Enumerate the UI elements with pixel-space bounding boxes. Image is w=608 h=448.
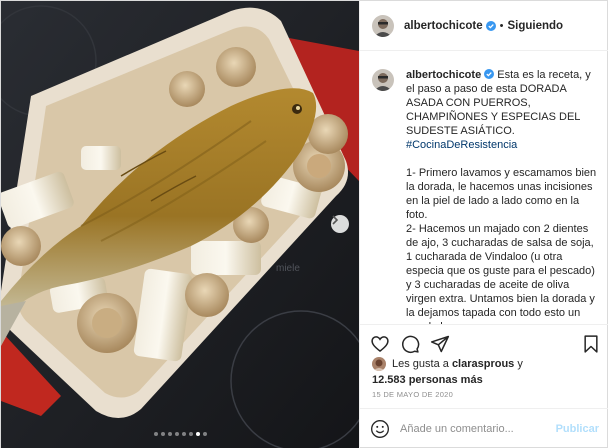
- share-icon[interactable]: [430, 334, 450, 354]
- hashtag-link[interactable]: #CocinaDeResistencia: [406, 139, 517, 151]
- username-link[interactable]: albertochicote: [404, 20, 483, 32]
- comment-form: Publicar: [360, 408, 608, 448]
- comment-icon[interactable]: [400, 334, 420, 354]
- caption-comment: albertochicote Esta es la receta, y el p…: [372, 68, 599, 324]
- carousel-dot: [188, 432, 193, 436]
- post-header: albertochicote • Siguiendo: [360, 1, 608, 51]
- verified-badge-icon: [484, 69, 495, 79]
- likes-conjunction: y: [517, 358, 523, 370]
- post-date[interactable]: 15 DE MAYO DE 2020: [372, 390, 453, 399]
- caption-step-2: 2- Hacemos un majado con 2 dientes de aj…: [406, 223, 595, 324]
- svg-text:miele: miele: [276, 263, 300, 274]
- carousel-dot: [202, 432, 207, 436]
- verified-badge-icon: [485, 20, 496, 31]
- instagram-post: miele albertochicote • Siguiendo alberto…: [0, 0, 608, 448]
- header-separator: •: [499, 19, 504, 32]
- caption-username[interactable]: albertochicote: [406, 69, 481, 81]
- chevron-right-icon: [332, 215, 339, 225]
- following-button[interactable]: Siguiendo: [507, 20, 563, 32]
- heart-icon[interactable]: [370, 334, 390, 354]
- avatar[interactable]: [372, 69, 394, 91]
- carousel-dot: [153, 432, 158, 436]
- likes-summary: Les gusta a clarasprous y 12.583 persona…: [372, 357, 602, 387]
- likes-prefix: Les gusta a: [392, 358, 449, 370]
- liker-username[interactable]: clarasprous: [452, 357, 514, 371]
- carousel-indicator: [1, 432, 359, 436]
- bookmark-icon[interactable]: [581, 334, 601, 354]
- caption-text: albertochicote Esta es la receta, y el p…: [406, 68, 598, 324]
- likes-count[interactable]: 12.583 personas más: [372, 374, 483, 386]
- next-photo-button[interactable]: [331, 215, 349, 233]
- avatar[interactable]: [372, 14, 394, 37]
- action-bar: [360, 324, 608, 360]
- post-details-panel: albertochicote • Siguiendo albertochicot…: [359, 1, 608, 448]
- carousel-dot: [167, 432, 172, 436]
- carousel-dot: [160, 432, 165, 436]
- food-photo-image: miele: [1, 1, 359, 448]
- comment-input[interactable]: [400, 423, 550, 435]
- avatar[interactable]: [372, 357, 386, 371]
- emoji-icon[interactable]: [370, 419, 390, 439]
- publish-button[interactable]: Publicar: [556, 423, 599, 435]
- caption-step-1: 1- Primero lavamos y escamamos bien la d…: [406, 167, 597, 221]
- carousel-dot: [174, 432, 179, 436]
- carousel-dot: [181, 432, 186, 436]
- post-photo[interactable]: miele: [1, 1, 359, 448]
- carousel-dot: [195, 432, 200, 436]
- comments-section[interactable]: albertochicote Esta es la receta, y el p…: [360, 52, 608, 324]
